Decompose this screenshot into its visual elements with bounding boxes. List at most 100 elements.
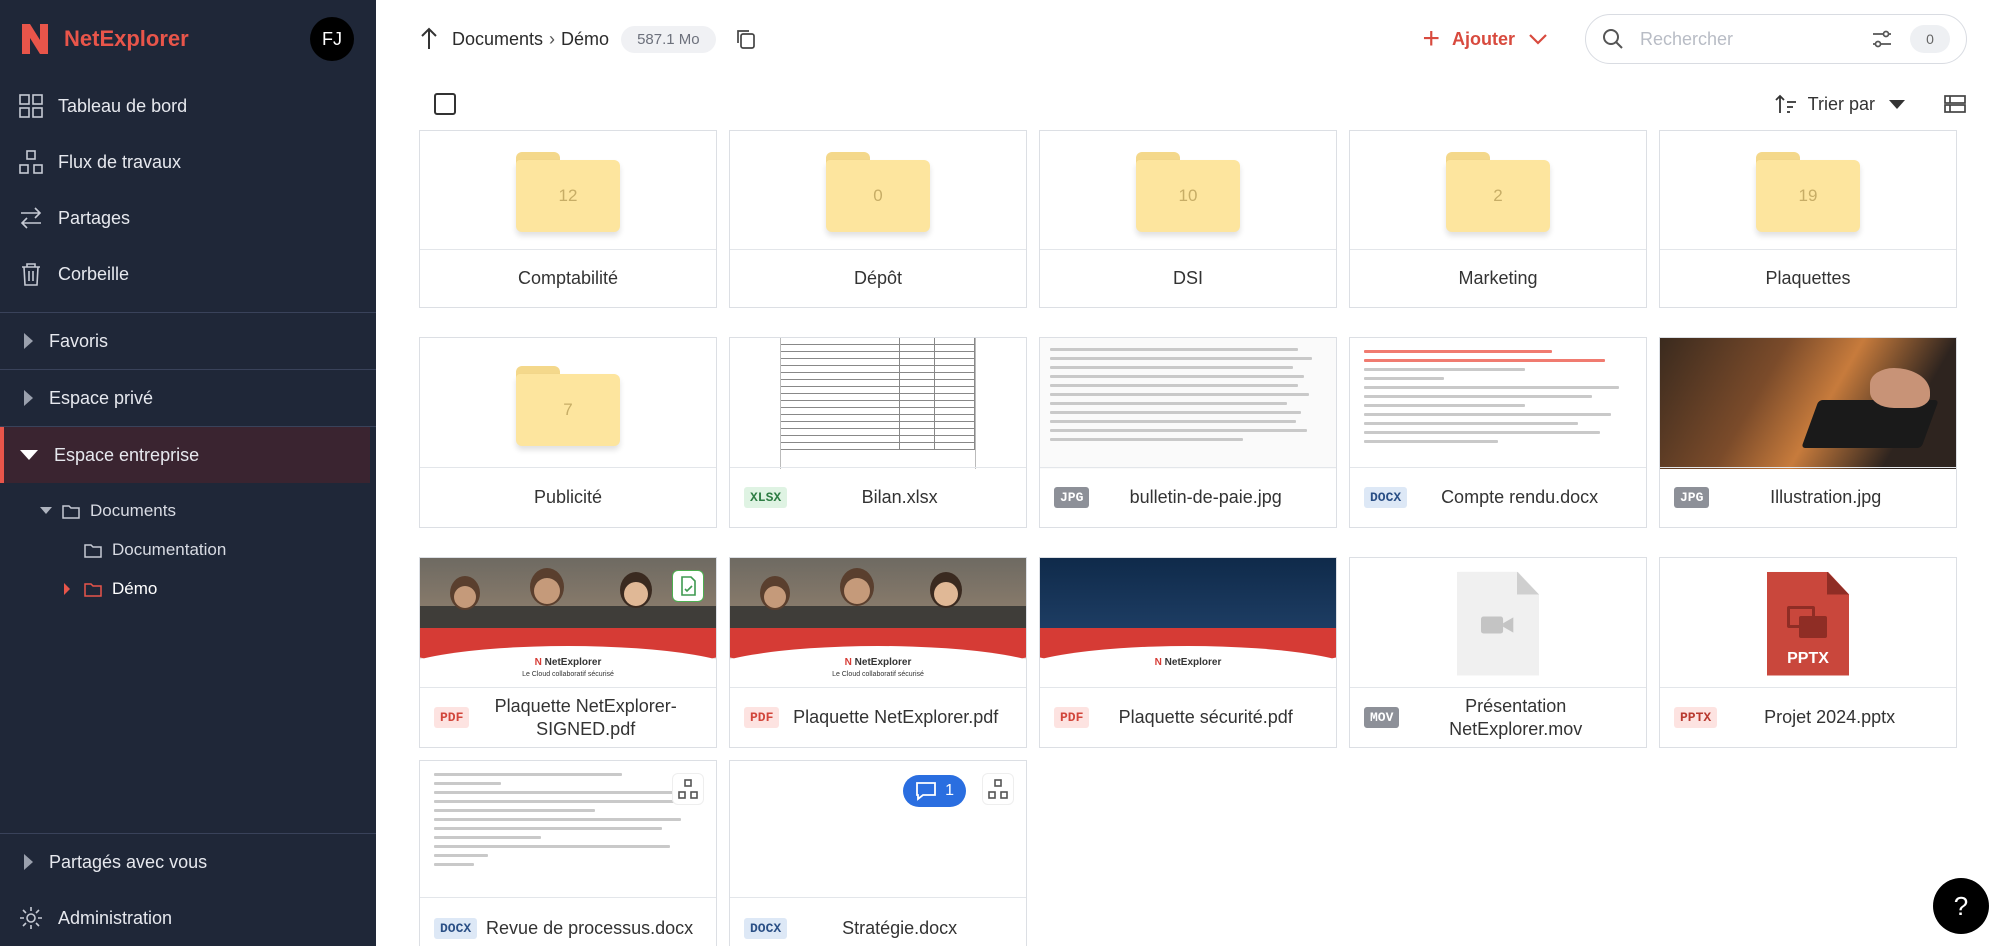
folder-name: Plaquettes	[1765, 268, 1851, 288]
toolbar: Trier par	[376, 78, 1999, 130]
folder-icon	[84, 543, 102, 558]
file-card[interactable]: PPTX PPTX Projet 2024.pptx	[1659, 557, 1957, 748]
sort-icon	[1775, 94, 1796, 113]
tree-item-documentation[interactable]: Documentation	[0, 530, 376, 569]
file-card[interactable]: JPG bulletin-de-paie.jpg	[1039, 337, 1337, 528]
file-name: Bilan.xlsx	[861, 487, 938, 507]
folder-card[interactable]: 2 Marketing	[1349, 130, 1647, 308]
file-card[interactable]: MOV Présentation NetExplorer.mov	[1349, 557, 1647, 748]
presentation-file-icon: PPTX	[1767, 571, 1849, 676]
image-thumbnail	[1660, 338, 1956, 469]
tree-item-documents[interactable]: Documents	[0, 491, 376, 530]
file-name: Plaquette NetExplorer.pdf	[793, 707, 999, 727]
file-label: JPG bulletin-de-paie.jpg	[1040, 467, 1336, 527]
add-button[interactable]: + Ajouter	[1422, 24, 1549, 54]
file-card[interactable]: 1 DOCX Stratégie.docx	[729, 760, 1027, 946]
presentation-thumbnail: PPTX	[1660, 558, 1956, 689]
collapse-icon	[20, 450, 38, 460]
folder-count: 10	[1136, 160, 1240, 232]
file-card[interactable]: N NetExplorer Le Cloud collaboratif sécu…	[419, 557, 717, 748]
security-brochure-photo: N NetExplorer	[1040, 558, 1336, 689]
tree-item-demo[interactable]: Démo	[0, 569, 376, 608]
list-view-icon[interactable]	[1943, 92, 1967, 116]
select-all-checkbox[interactable]	[434, 93, 456, 115]
nav-shares-label: Partages	[58, 207, 131, 228]
sort-dropdown[interactable]: Trier par	[1774, 92, 1905, 116]
folder-icon: 0	[826, 152, 930, 232]
folder-icon	[62, 504, 80, 519]
file-type-badge: PDF	[744, 707, 780, 728]
folder-thumbnail: 0	[730, 131, 1026, 249]
folder-icon: 19	[1756, 152, 1860, 232]
section-shared-with-you[interactable]: Partagés avec vous	[0, 834, 376, 890]
search-bar: 0	[1585, 14, 1967, 64]
file-card[interactable]: DOCX Revue de processus.docx	[419, 760, 717, 946]
breadcrumb-demo[interactable]: Démo	[561, 29, 609, 50]
file-label: PPTX Projet 2024.pptx	[1660, 687, 1956, 747]
file-card[interactable]: XLSX Bilan.xlsx	[729, 337, 1027, 528]
folder-card[interactable]: 10 DSI	[1039, 130, 1337, 308]
folder-name: Dépôt	[853, 268, 903, 288]
netexplorer-logo-icon	[22, 24, 48, 54]
section-favorites[interactable]: Favoris	[0, 313, 376, 369]
illustration-photo	[1660, 338, 1956, 469]
expand-icon	[24, 333, 33, 349]
workflow-icon[interactable]	[982, 773, 1014, 805]
section-private-space[interactable]: Espace privé	[0, 370, 376, 426]
section-private-label: Espace privé	[49, 387, 154, 408]
file-type-badge: PDF	[1054, 707, 1090, 728]
nav-trash[interactable]: Corbeille	[0, 246, 376, 302]
nav-shares[interactable]: Partages	[0, 190, 376, 246]
folder-card[interactable]: 19 Plaquettes	[1659, 130, 1957, 308]
help-button[interactable]: ?	[1933, 878, 1989, 934]
file-type-badge: JPG	[1674, 487, 1710, 508]
comment-icon	[916, 782, 936, 801]
tree-item-documents-label: Documents	[90, 500, 176, 520]
expand-icon	[64, 582, 70, 595]
section-favorites-label: Favoris	[49, 330, 109, 351]
folder-card[interactable]: 12 Comptabilité	[419, 130, 717, 308]
file-name: Présentation NetExplorer.mov	[1449, 695, 1583, 739]
nav-workflow[interactable]: Flux de travaux	[0, 134, 376, 190]
folder-thumbnail: 12	[420, 131, 716, 249]
file-label: DOCX Compte rendu.docx	[1350, 467, 1646, 527]
brochure-logo: N NetExplorer	[534, 657, 602, 668]
file-name: Stratégie.docx	[842, 918, 958, 938]
document-preview	[1350, 338, 1646, 469]
file-card[interactable]: N NetExplorer Le Cloud collaboratif sécu…	[729, 557, 1027, 748]
nav-administration[interactable]: Administration	[0, 890, 376, 946]
section-company-space[interactable]: Espace entreprise	[0, 427, 370, 483]
file-type-badge: PPTX	[1674, 707, 1718, 728]
file-card[interactable]: DOCX Compte rendu.docx	[1349, 337, 1647, 528]
folder-card[interactable]: 0 Dépôt	[729, 130, 1027, 308]
breadcrumb-documents[interactable]: Documents	[452, 29, 543, 50]
workflow-icon[interactable]	[672, 773, 704, 805]
copy-link-icon[interactable]	[734, 27, 758, 51]
folder-count: 19	[1756, 160, 1860, 232]
spreadsheet-preview	[780, 338, 976, 469]
document-thumbnail	[1350, 338, 1646, 469]
folder-label: Marketing	[1350, 249, 1646, 307]
file-name: Plaquette sécurité.pdf	[1118, 707, 1293, 727]
filter-icon[interactable]	[1870, 27, 1894, 51]
expand-icon	[24, 854, 33, 870]
brochure-tagline: Le Cloud collaboratif sécurisé	[832, 671, 924, 678]
file-card[interactable]: JPG Illustration.jpg	[1659, 337, 1957, 528]
search-input[interactable]	[1640, 28, 1850, 50]
brand-name: NetExplorer	[64, 26, 189, 51]
file-label: DOCX Stratégie.docx	[730, 897, 1026, 946]
user-avatar[interactable]: FJ	[310, 17, 354, 61]
file-name: Compte rendu.docx	[1441, 487, 1599, 507]
caret-down-icon	[1889, 99, 1905, 109]
file-card[interactable]: N NetExplorer PDF Plaquette sécurité.pdf	[1039, 557, 1337, 748]
sidebar-bottom: Partagés avec vous Administration	[0, 833, 376, 946]
nav-dashboard[interactable]: Tableau de bord	[0, 78, 376, 134]
nav-dashboard-label: Tableau de bord	[58, 95, 188, 116]
folder-card[interactable]: 7 Publicité	[419, 337, 717, 528]
file-name: Projet 2024.pptx	[1764, 707, 1896, 727]
comments-badge[interactable]: 1	[903, 775, 966, 807]
signed-document-icon[interactable]	[672, 570, 704, 602]
arrow-up-icon[interactable]	[416, 26, 442, 52]
search-icon	[1603, 29, 1623, 49]
file-type-badge: MOV	[1364, 707, 1400, 728]
